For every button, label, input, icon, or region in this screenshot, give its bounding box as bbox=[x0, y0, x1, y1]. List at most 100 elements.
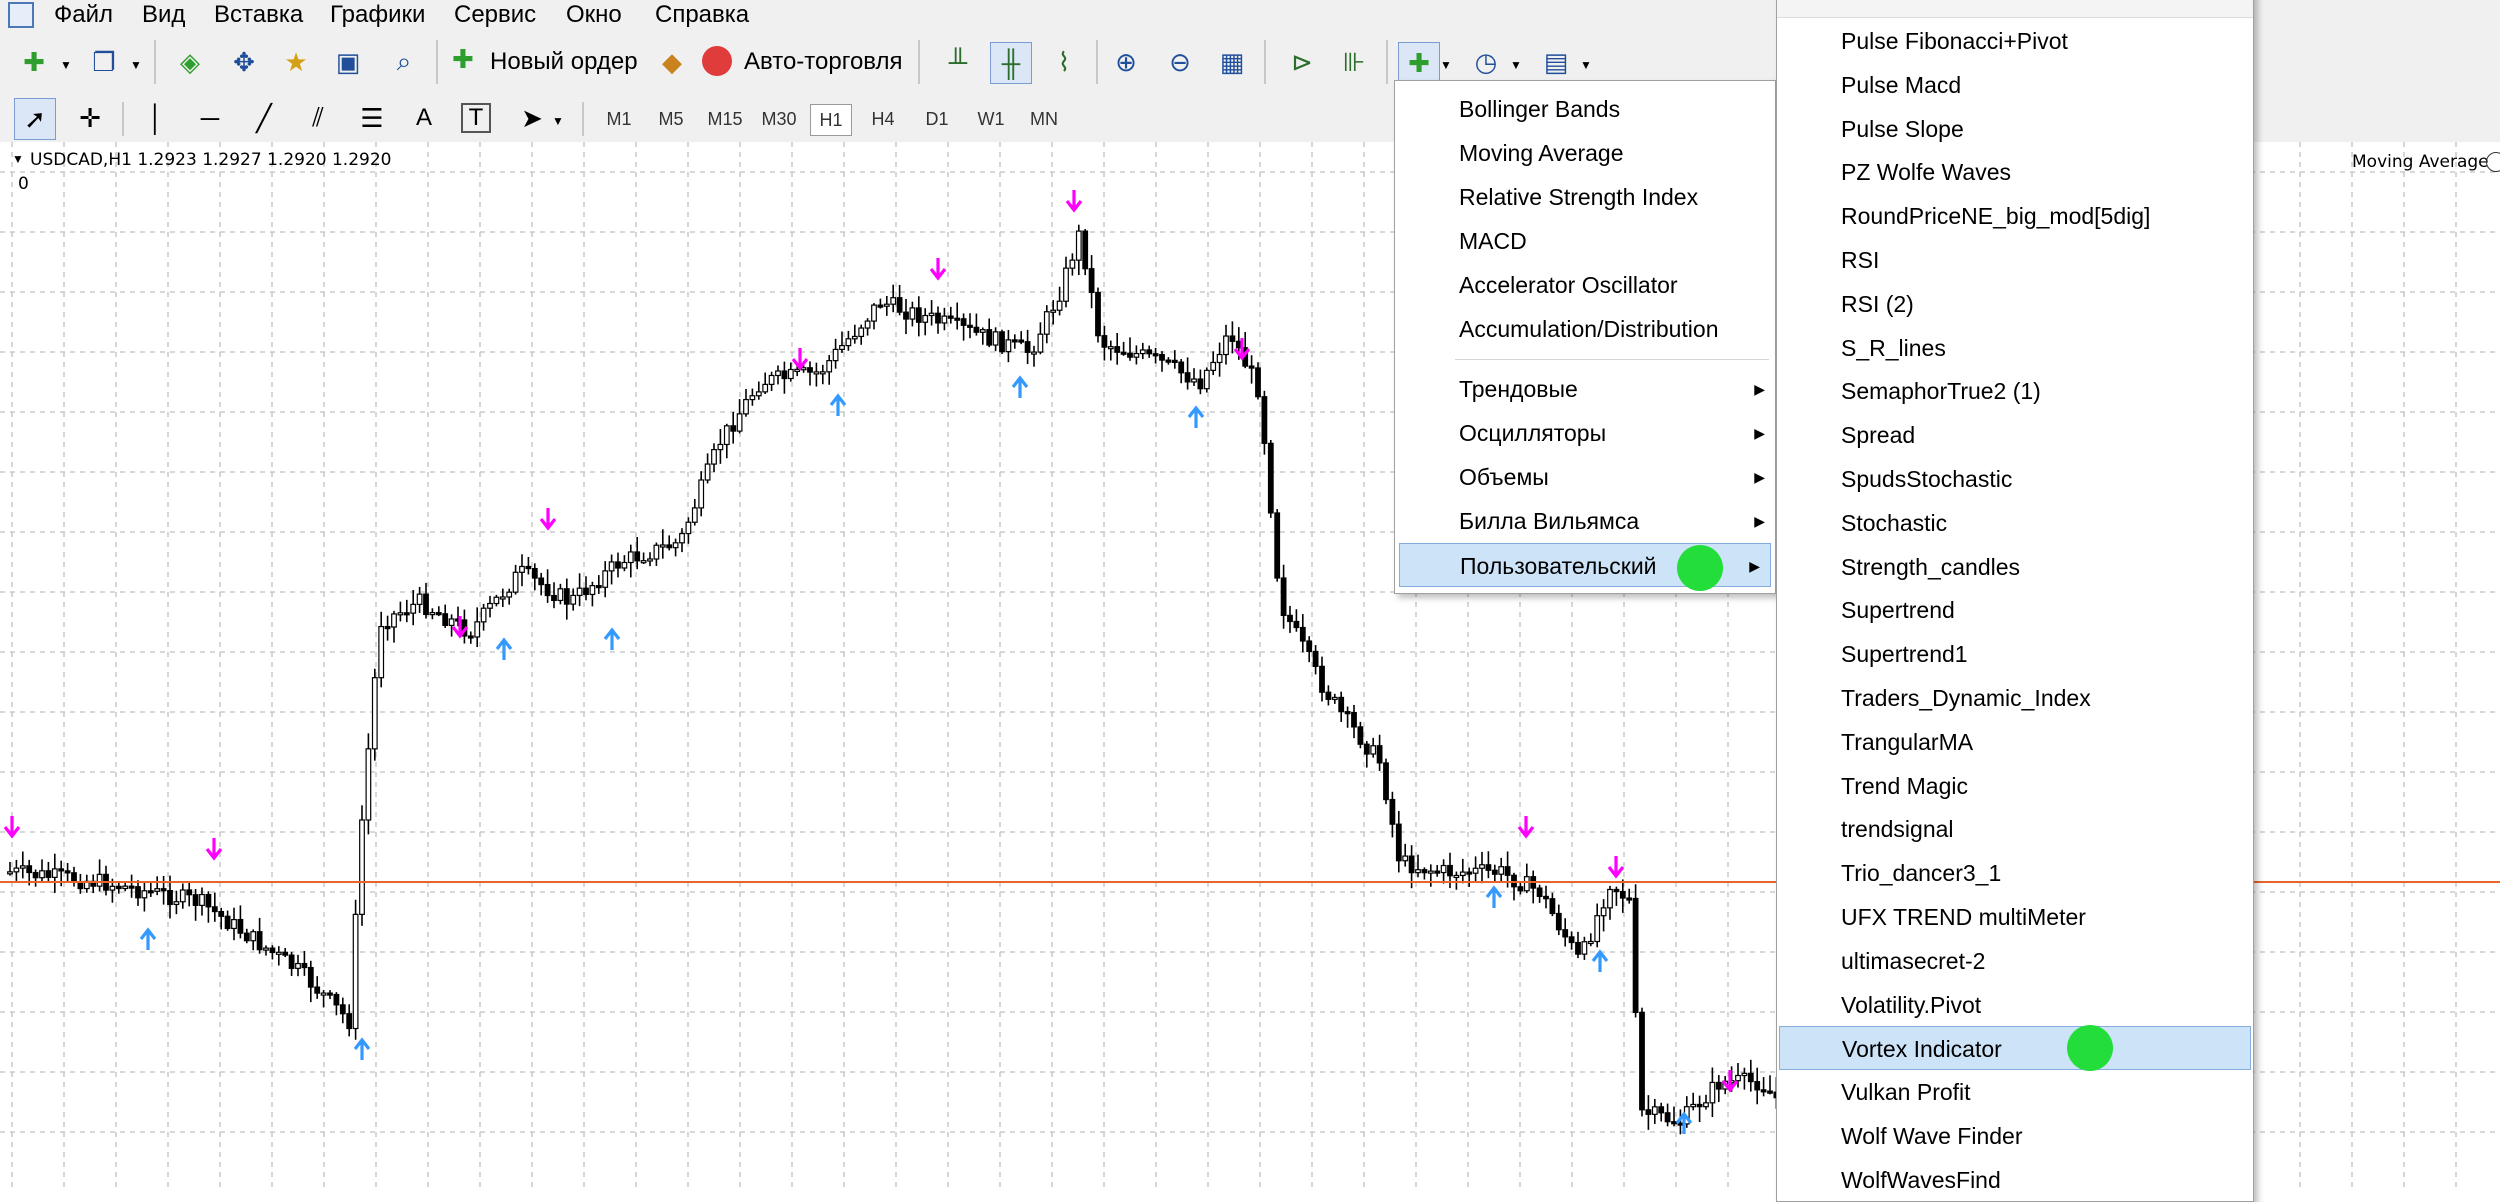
new-chart-icon[interactable]: ✚ bbox=[14, 42, 54, 82]
horizontal-line-icon[interactable]: ─ bbox=[190, 98, 230, 138]
custom-indicator-item[interactable]: trendsignal bbox=[1777, 807, 2253, 851]
submenu-volumes[interactable]: Объемы ▶ bbox=[1395, 455, 1775, 499]
timeframe-d1[interactable]: D1 bbox=[918, 104, 956, 134]
chevron-down-icon[interactable]: ▼ bbox=[1510, 58, 1522, 72]
custom-indicator-item[interactable]: Supertrend1 bbox=[1777, 632, 2253, 676]
custom-indicator-item[interactable]: Spread bbox=[1777, 413, 2253, 457]
submenu-oscillators[interactable]: Осцилляторы ▶ bbox=[1395, 411, 1775, 455]
custom-indicator-item[interactable]: Volatility.Pivot bbox=[1777, 983, 2253, 1027]
bar-chart-icon[interactable]: ╨ bbox=[938, 42, 978, 82]
templates-icon[interactable]: ▤ bbox=[1536, 42, 1576, 82]
custom-indicator-item[interactable]: WolfWavesFind bbox=[1777, 1158, 2253, 1202]
menu-tools[interactable]: Сервис bbox=[454, 0, 536, 30]
autoscroll-icon[interactable]: ⊳ bbox=[1282, 42, 1322, 82]
timeframe-m30[interactable]: M30 bbox=[756, 104, 802, 134]
custom-indicator-item[interactable]: Supertrend bbox=[1777, 588, 2253, 632]
line-chart-icon[interactable]: ⌇ bbox=[1044, 42, 1084, 82]
vertical-line-icon[interactable]: │ bbox=[136, 98, 176, 138]
profiles-icon[interactable]: ❐ bbox=[84, 42, 124, 82]
candlestick-chart-icon[interactable]: ╫ bbox=[990, 42, 1032, 84]
chart-shift-icon[interactable]: ⊪ bbox=[1334, 42, 1374, 82]
timeframe-h4[interactable]: H4 bbox=[864, 104, 902, 134]
custom-indicator-item[interactable]: SpudsStochastic bbox=[1777, 457, 2253, 501]
terminal-icon[interactable]: ▣ bbox=[328, 42, 368, 82]
tile-windows-icon[interactable]: ▦ bbox=[1212, 42, 1252, 82]
chart-collapse-icon[interactable]: ▼ bbox=[12, 152, 24, 166]
auto-trading-button[interactable]: Авто-торговля bbox=[702, 42, 908, 82]
candle-body bbox=[1607, 888, 1613, 909]
menu-help[interactable]: Справка bbox=[655, 0, 749, 30]
menu-item-moving-average[interactable]: Moving Average bbox=[1395, 131, 1775, 175]
custom-indicator-item[interactable]: Trio_dancer3_1 bbox=[1777, 851, 2253, 895]
click-marker bbox=[1677, 545, 1723, 591]
navigator-icon[interactable]: ★ bbox=[276, 42, 316, 82]
menu-window[interactable]: Окно bbox=[566, 0, 622, 30]
custom-indicator-item[interactable]: Pulse Macd bbox=[1777, 63, 2253, 107]
label-tool[interactable]: T bbox=[461, 103, 491, 133]
crosshair-icon[interactable]: ✛ bbox=[70, 98, 110, 138]
fibonacci-icon[interactable]: ☰ bbox=[352, 98, 392, 138]
trendline-icon[interactable]: ╱ bbox=[244, 98, 284, 138]
custom-indicator-item[interactable]: RoundPriceNE_big_mod[5dig] bbox=[1777, 194, 2253, 238]
menu-view[interactable]: Вид bbox=[142, 0, 185, 30]
candle-body bbox=[352, 913, 359, 1030]
menu-item-macd[interactable]: MACD bbox=[1395, 219, 1775, 263]
custom-indicator-item[interactable]: Wolf Wave Finder bbox=[1777, 1114, 2253, 1158]
zoom-out-icon[interactable]: ⊖ bbox=[1160, 42, 1200, 82]
chevron-down-icon[interactable]: ▼ bbox=[1440, 58, 1452, 72]
menu-charts[interactable]: Графики bbox=[330, 0, 425, 30]
candle-body bbox=[403, 612, 410, 616]
candle-body bbox=[1351, 711, 1357, 728]
custom-indicator-item[interactable]: S_R_lines bbox=[1777, 326, 2253, 370]
custom-indicator-item[interactable]: UFX TREND multiMeter bbox=[1777, 895, 2253, 939]
menu-item-rsi[interactable]: Relative Strength Index bbox=[1395, 175, 1775, 219]
periods-icon[interactable]: ◷ bbox=[1466, 42, 1506, 82]
cursor-icon[interactable]: ➚ bbox=[14, 98, 56, 140]
market-watch-icon[interactable]: ◈ bbox=[170, 42, 210, 82]
custom-indicator-item[interactable]: RSI (2) bbox=[1777, 282, 2253, 326]
submenu-bill-williams[interactable]: Билла Вильямса ▶ bbox=[1395, 499, 1775, 543]
menu-item-bollinger-bands[interactable]: Bollinger Bands bbox=[1395, 87, 1775, 131]
custom-indicator-item[interactable]: Traders_Dynamic_Index bbox=[1777, 676, 2253, 720]
chevron-down-icon[interactable]: ▼ bbox=[60, 58, 72, 72]
menu-file[interactable]: Файл bbox=[54, 0, 113, 30]
custom-indicator-item[interactable]: PZ Wolfe Waves bbox=[1777, 150, 2253, 194]
timeframe-m15[interactable]: M15 bbox=[702, 104, 748, 134]
custom-indicator-item[interactable]: Trend Magic bbox=[1777, 764, 2253, 808]
new-order-button[interactable]: ✚ Новый ордер bbox=[452, 42, 638, 82]
metaeditor-icon[interactable]: ◆ bbox=[652, 42, 692, 82]
menu-insert[interactable]: Вставка bbox=[214, 0, 303, 30]
tester-icon[interactable]: ⌕ bbox=[384, 42, 424, 82]
new-order-icon: ✚ bbox=[452, 44, 474, 74]
text-tool[interactable]: A bbox=[404, 98, 444, 138]
custom-indicator-item[interactable]: RSI bbox=[1777, 238, 2253, 282]
zoom-in-icon[interactable]: ⊕ bbox=[1106, 42, 1146, 82]
timeframe-m5[interactable]: M5 bbox=[652, 104, 690, 134]
app-icon[interactable] bbox=[8, 2, 34, 28]
submenu-trend[interactable]: Трендовые ▶ bbox=[1395, 367, 1775, 411]
menu-item-accumulation-distribution[interactable]: Accumulation/Distribution bbox=[1395, 307, 1775, 351]
arrows-icon[interactable]: ➤ bbox=[512, 98, 552, 138]
indicators-icon[interactable]: ✚ bbox=[1398, 42, 1440, 84]
custom-indicator-item[interactable]: Vortex Indicator bbox=[1779, 1026, 2251, 1071]
custom-indicator-item[interactable]: Stochastic bbox=[1777, 501, 2253, 545]
menu-item-accelerator-oscillator[interactable]: Accelerator Oscillator bbox=[1395, 263, 1775, 307]
custom-indicator-item[interactable]: Vulkan Profit bbox=[1777, 1070, 2253, 1114]
chevron-down-icon[interactable]: ▼ bbox=[130, 58, 142, 72]
custom-indicator-item[interactable]: TrangularMA bbox=[1777, 720, 2253, 764]
custom-indicator-item[interactable]: Pulse Fibonacci+Pivot bbox=[1777, 19, 2253, 63]
timeframe-w1[interactable]: W1 bbox=[972, 104, 1010, 134]
custom-indicator-item[interactable]: Strength_candles bbox=[1777, 545, 2253, 589]
timeframe-h1[interactable]: H1 bbox=[810, 104, 852, 136]
custom-indicator-item[interactable]: ultimasecret-2 bbox=[1777, 939, 2253, 983]
custom-indicator-item[interactable]: Pulse Slope bbox=[1777, 107, 2253, 151]
indicator-close-icon[interactable] bbox=[2486, 152, 2500, 172]
data-window-icon[interactable]: ✥ bbox=[224, 42, 264, 82]
timeframe-mn[interactable]: MN bbox=[1024, 104, 1064, 134]
channel-icon[interactable]: ⫽ bbox=[298, 98, 338, 138]
chevron-down-icon[interactable]: ▼ bbox=[552, 114, 564, 128]
menu-item-label: Supertrend bbox=[1841, 597, 1955, 624]
custom-indicator-item[interactable]: SemaphorTrue2 (1) bbox=[1777, 369, 2253, 413]
timeframe-m1[interactable]: M1 bbox=[600, 104, 638, 134]
chevron-down-icon[interactable]: ▼ bbox=[1580, 58, 1592, 72]
